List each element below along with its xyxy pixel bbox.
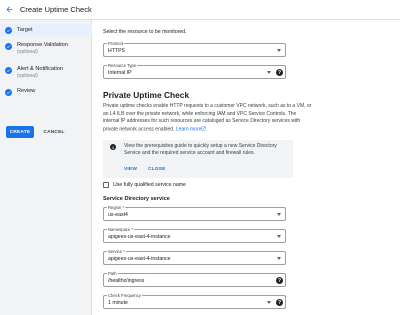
help-icon[interactable]: ? (276, 277, 283, 284)
field-value: us-east4 (108, 212, 128, 218)
top-bar: Create Uptime Check (0, 0, 400, 20)
chevron-down-icon (277, 213, 281, 216)
step-optional-label: (optional) (17, 49, 38, 55)
fqdn-checkbox-row[interactable]: Use fully qualified service name (103, 182, 186, 188)
step-label: Review (17, 88, 36, 94)
fqdn-checkbox[interactable] (103, 182, 109, 188)
description-text: Private uptime checks enable HTTP reques… (103, 103, 312, 132)
cancel-button[interactable]: CANCEL (40, 126, 68, 138)
field-value: HTTPS (108, 48, 126, 54)
field-value: apigeex-us-east-4-instance (108, 256, 171, 262)
field-value: /healthz/ingress (108, 278, 145, 284)
field-value: apigeex-us-east-4-instance (108, 234, 171, 240)
close-button[interactable]: CLOSE (148, 167, 166, 172)
chevron-down-icon (277, 49, 281, 52)
step-response-validation[interactable]: Response Validation (optional) (0, 42, 92, 56)
step-label: Target (17, 26, 33, 33)
learn-more-link[interactable]: Learn more (176, 126, 202, 132)
field-label: Protocol (107, 41, 125, 46)
chevron-down-icon (277, 235, 281, 238)
field-label: Service * (107, 249, 126, 254)
field-label: Region * (107, 205, 126, 210)
step-label: Response Validation (17, 42, 68, 48)
field-label: Check Frequency (107, 293, 142, 298)
field-value: Internal IP (108, 70, 132, 76)
protocol-select[interactable]: Protocol HTTPS (103, 41, 286, 57)
create-button[interactable]: CREATE (6, 126, 34, 138)
back-arrow-icon[interactable] (4, 5, 14, 15)
field-label: Path (107, 271, 118, 276)
path-input[interactable]: Path /healthz/ingress ? (103, 271, 286, 287)
section-title: Private Uptime Check (103, 90, 190, 100)
info-icon: i (110, 144, 116, 150)
intro-text: Select the resource to be monitored. (103, 29, 187, 35)
region-select[interactable]: Region * us-east4 (103, 205, 286, 221)
namespace-select[interactable]: Namespace * apigeex-us-east-4-instance (103, 227, 286, 243)
step-review[interactable]: Review (0, 88, 92, 96)
chevron-down-icon (267, 71, 271, 74)
field-value: 1 minute (108, 300, 128, 306)
check-circle-icon (5, 43, 12, 50)
page-title: Create Uptime Check (20, 5, 92, 14)
help-icon[interactable]: ? (276, 69, 283, 76)
field-label: Resource Type (107, 63, 138, 68)
check-circle-icon (5, 67, 12, 74)
checkbox-label: Use fully qualified service name (113, 182, 186, 188)
field-label: Namespace * (107, 227, 135, 232)
check-frequency-select[interactable]: Check Frequency 1 minute ? (103, 293, 286, 309)
resource-type-select[interactable]: Resource Type Internal IP ? (103, 63, 286, 79)
step-optional-label: (optional) (17, 73, 38, 79)
main-content: Select the resource to be monitored. Pro… (92, 20, 400, 315)
check-circle-icon (5, 89, 12, 96)
view-button[interactable]: VIEW (124, 167, 137, 172)
chevron-down-icon (277, 257, 281, 260)
step-alert-notification[interactable]: Alert & Notification (optional) (0, 66, 92, 80)
check-circle-icon (5, 26, 12, 34)
service-directory-heading: Service Directory service (103, 196, 170, 202)
open-new-window-icon (202, 126, 206, 130)
step-label: Alert & Notification (17, 66, 64, 72)
stepper-sidebar: Target Response Validation (optional) Al… (0, 20, 92, 315)
info-message: View the prerequisites guide to quickly … (124, 143, 277, 156)
info-banner: i View the prerequisites guide to quickl… (103, 140, 293, 178)
service-select[interactable]: Service * apigeex-us-east-4-instance (103, 249, 286, 265)
chevron-down-icon (267, 301, 271, 304)
help-icon[interactable]: ? (276, 299, 283, 306)
step-target[interactable]: Target (0, 24, 92, 36)
